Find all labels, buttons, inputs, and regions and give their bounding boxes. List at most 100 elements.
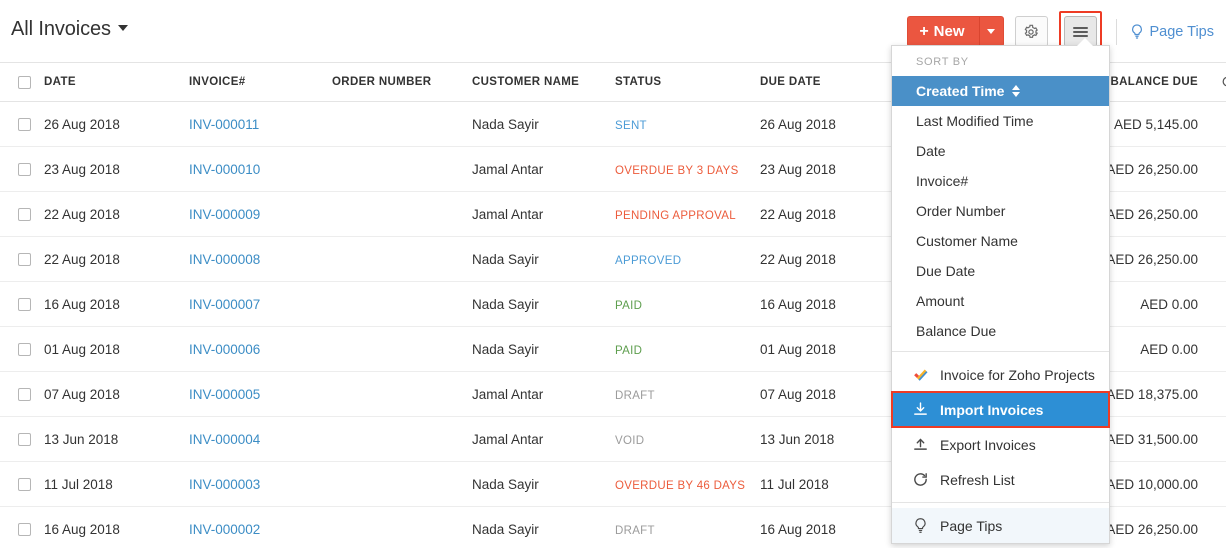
menu-item-icon [906, 471, 934, 488]
row-checkbox[interactable] [18, 433, 31, 446]
new-button[interactable]: + New [907, 16, 978, 47]
column-header-invoice[interactable]: INVOICE# [189, 76, 332, 88]
menu-item-label: Refresh List [940, 472, 1015, 488]
status-badge: DRAFT [615, 525, 655, 537]
menu-item-last-modified-time[interactable]: Last Modified Time [892, 106, 1109, 136]
menu-item-date[interactable]: Date [892, 136, 1109, 166]
menu-item-created-time[interactable]: Created Time [892, 76, 1109, 106]
menu-item-label: Page Tips [940, 518, 1002, 534]
import-icon [912, 401, 929, 418]
menu-item-order-number[interactable]: Order Number [892, 196, 1109, 226]
menu-item-label: Date [916, 143, 946, 159]
invoice-link[interactable]: INV-000003 [189, 477, 260, 492]
balance-due-value: AED 31,500.00 [1106, 432, 1198, 447]
cell-invoice: INV-000009 [189, 207, 332, 222]
view-selector[interactable]: All Invoices [11, 18, 128, 41]
cell-invoice: INV-000011 [189, 117, 332, 132]
menu-item-label: Last Modified Time [916, 113, 1034, 129]
column-header-customer[interactable]: CUSTOMER NAME [472, 76, 615, 88]
menu-item-import-invoices[interactable]: Import Invoices [892, 392, 1109, 427]
menu-item-customer-name[interactable]: Customer Name [892, 226, 1109, 256]
balance-due-value: AED 26,250.00 [1106, 522, 1198, 537]
invoice-link[interactable]: INV-000009 [189, 207, 260, 222]
invoice-link[interactable]: INV-000008 [189, 252, 260, 267]
invoice-link[interactable]: INV-000006 [189, 342, 260, 357]
cell-customer-name: Jamal Antar [472, 207, 615, 222]
refresh-icon [912, 471, 929, 488]
invoice-link[interactable]: INV-000005 [189, 387, 260, 402]
cell-status: APPROVED [615, 252, 760, 267]
cell-invoice: INV-000006 [189, 342, 332, 357]
balance-due-value: AED 18,375.00 [1106, 387, 1198, 402]
row-checkbox[interactable] [18, 478, 31, 491]
cell-customer-name: Nada Sayir [472, 252, 615, 267]
menu-section-sort-by: SORT BY [892, 46, 1109, 76]
row-checkbox[interactable] [18, 118, 31, 131]
gear-icon [1023, 24, 1039, 40]
menu-item-invoice[interactable]: Invoice# [892, 166, 1109, 196]
search-button[interactable] [1210, 75, 1226, 90]
menu-item-page-tips[interactable]: Page Tips [892, 508, 1109, 543]
row-checkbox[interactable] [18, 523, 31, 536]
cell-date: 26 Aug 2018 [44, 117, 189, 132]
menu-item-refresh-list[interactable]: Refresh List [892, 462, 1109, 497]
balance-due-value: AED 10,000.00 [1106, 477, 1198, 492]
page-tips-link[interactable]: Page Tips [1129, 23, 1215, 41]
lightbulb-icon [1129, 23, 1145, 41]
menu-item-export-invoices[interactable]: Export Invoices [892, 427, 1109, 462]
menu-item-label: Created Time [916, 83, 1004, 99]
cell-status: DRAFT [615, 387, 760, 402]
balance-due-value: AED 0.00 [1140, 342, 1198, 357]
menu-item-due-date[interactable]: Due Date [892, 256, 1109, 286]
row-checkbox[interactable] [18, 163, 31, 176]
column-header-status[interactable]: STATUS [615, 76, 760, 88]
menu-item-label: Customer Name [916, 233, 1018, 249]
menu-item-label: Export Invoices [940, 437, 1036, 453]
status-badge: OVERDUE BY 46 DAYS [615, 480, 745, 492]
menu-item-invoice-for-zoho-projects[interactable]: Invoice for Zoho Projects [892, 357, 1109, 392]
select-all-checkbox[interactable] [18, 76, 31, 89]
invoice-link[interactable]: INV-000002 [189, 522, 260, 537]
menu-item-amount[interactable]: Amount [892, 286, 1109, 316]
column-header-due-date[interactable]: DUE DATE [760, 76, 910, 88]
menu-item-icon [906, 436, 934, 453]
cell-due-date: 16 Aug 2018 [760, 297, 910, 312]
sort-direction-icon[interactable] [1012, 85, 1020, 97]
cell-customer-name: Nada Sayir [472, 342, 615, 357]
row-checkbox[interactable] [18, 343, 31, 356]
column-header-date[interactable]: DATE [44, 76, 189, 88]
cell-date: 23 Aug 2018 [44, 162, 189, 177]
row-checkbox[interactable] [18, 253, 31, 266]
chevron-down-icon [118, 25, 128, 31]
invoice-link[interactable]: INV-000011 [189, 117, 259, 132]
column-header-order[interactable]: ORDER NUMBER [332, 76, 472, 88]
lightbulb-icon [912, 517, 929, 535]
cell-customer-name: Nada Sayir [472, 297, 615, 312]
menu-item-balance-due[interactable]: Balance Due [892, 316, 1109, 346]
cell-invoice: INV-000004 [189, 432, 332, 447]
cell-invoice: INV-000008 [189, 252, 332, 267]
invoice-link[interactable]: INV-000010 [189, 162, 260, 177]
page-tips-label: Page Tips [1150, 24, 1215, 40]
status-badge: PAID [615, 345, 642, 357]
menu-item-icon [906, 517, 934, 535]
menu-item-label: Order Number [916, 203, 1005, 219]
cell-due-date: 01 Aug 2018 [760, 342, 910, 357]
row-checkbox[interactable] [18, 298, 31, 311]
cell-due-date: 16 Aug 2018 [760, 522, 910, 537]
row-select-cell [0, 523, 44, 536]
settings-button[interactable] [1015, 16, 1048, 47]
toolbar-divider [1116, 19, 1117, 45]
new-dropdown-button[interactable] [979, 16, 1004, 47]
invoice-link[interactable]: INV-000007 [189, 297, 260, 312]
cell-customer-name: Nada Sayir [472, 117, 615, 132]
zoho-projects-icon [912, 366, 929, 383]
row-checkbox[interactable] [18, 388, 31, 401]
cell-status: DRAFT [615, 522, 760, 537]
invoice-link[interactable]: INV-000004 [189, 432, 260, 447]
cell-date: 13 Jun 2018 [44, 432, 189, 447]
plus-icon: + [919, 24, 928, 40]
row-checkbox[interactable] [18, 208, 31, 221]
status-badge: DRAFT [615, 390, 655, 402]
menu-action-group: Invoice for Zoho ProjectsImport Invoices… [892, 357, 1109, 543]
